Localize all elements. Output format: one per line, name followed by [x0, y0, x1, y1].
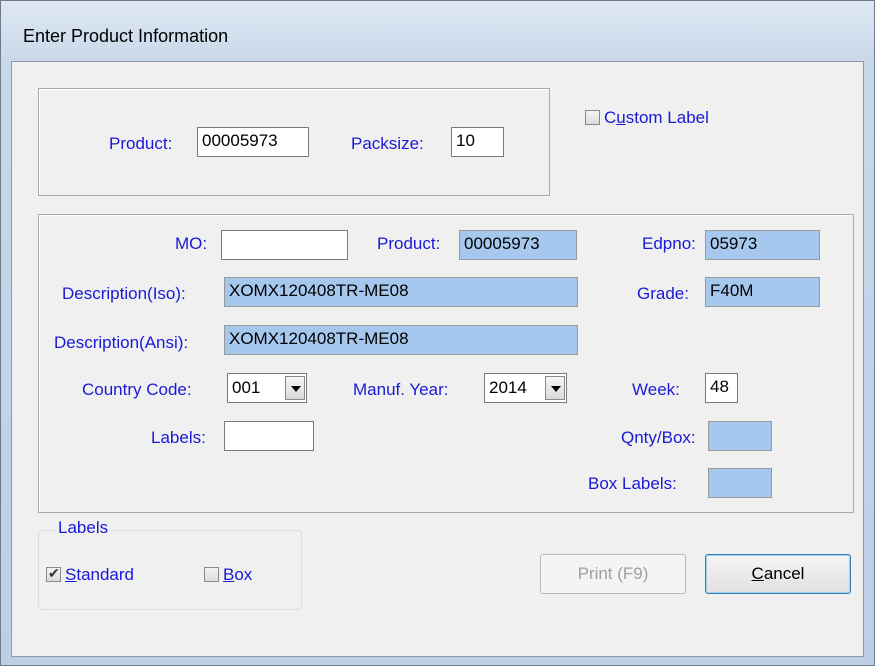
- standard-checkbox-label: Standard: [65, 565, 135, 584]
- qnty-box-label: Qnty/Box:: [621, 428, 696, 447]
- dialog-window: Enter Product Information Product: 00005…: [0, 0, 875, 666]
- description-ansi-field: XOMX120408TR-ME08: [224, 325, 578, 355]
- country-code-dropdown-icon[interactable]: [285, 376, 305, 400]
- custom-label-checkbox-box[interactable]: [585, 110, 600, 125]
- standard-checkbox[interactable]: Standard: [46, 565, 171, 585]
- manuf-year-label: Manuf. Year:: [353, 380, 449, 399]
- country-code-select[interactable]: 001: [227, 373, 307, 403]
- standard-checkbox-box[interactable]: [46, 565, 61, 582]
- print-button[interactable]: Print (F9): [540, 554, 686, 594]
- qnty-box-field: [708, 421, 772, 451]
- product-label: Product:: [109, 134, 173, 153]
- details-product-field: 00005973: [459, 230, 577, 260]
- labels-count-label: Labels:: [151, 428, 206, 447]
- cancel-button[interactable]: Cancel: [705, 554, 851, 594]
- dialog-client-area: Product: 00005973 Packsize: 10 Custom La…: [11, 61, 864, 657]
- box-labels-field: [708, 468, 772, 498]
- manuf-year-value: 2014: [489, 378, 527, 397]
- custom-label-checkbox[interactable]: Custom Label: [585, 108, 755, 128]
- edpno-label: Edpno:: [642, 234, 696, 253]
- custom-label-text: Custom Label: [604, 108, 709, 127]
- manuf-year-select[interactable]: 2014: [484, 373, 567, 403]
- packsize-label: Packsize:: [351, 134, 424, 153]
- box-checkbox[interactable]: Box: [204, 565, 274, 585]
- country-code-label: Country Code:: [82, 380, 192, 399]
- description-ansi-label: Description(Ansi):: [54, 333, 189, 352]
- labels-group-title: Labels: [55, 518, 112, 538]
- week-input[interactable]: 48: [705, 373, 738, 403]
- mo-label: MO:: [175, 234, 208, 253]
- box-checkbox-label: Box: [223, 565, 253, 584]
- manuf-year-dropdown-icon[interactable]: [545, 376, 565, 400]
- mo-input[interactable]: [221, 230, 348, 260]
- description-iso-field: XOMX120408TR-ME08: [224, 277, 578, 307]
- title-bar[interactable]: Enter Product Information: [1, 1, 874, 59]
- labels-count-input[interactable]: [224, 421, 314, 451]
- grade-field: F40M: [705, 277, 820, 307]
- packsize-input[interactable]: 10: [451, 127, 504, 157]
- grade-label: Grade:: [637, 284, 689, 303]
- window-title: Enter Product Information: [23, 26, 229, 46]
- product-input[interactable]: 00005973: [197, 127, 309, 157]
- box-checkbox-box[interactable]: [204, 567, 219, 582]
- details-product-label: Product:: [377, 234, 441, 253]
- description-iso-label: Description(Iso):: [62, 284, 186, 303]
- country-code-value: 001: [232, 378, 261, 397]
- edpno-field: 05973: [705, 230, 820, 260]
- week-label: Week:: [632, 380, 680, 399]
- box-labels-label: Box Labels:: [588, 474, 677, 493]
